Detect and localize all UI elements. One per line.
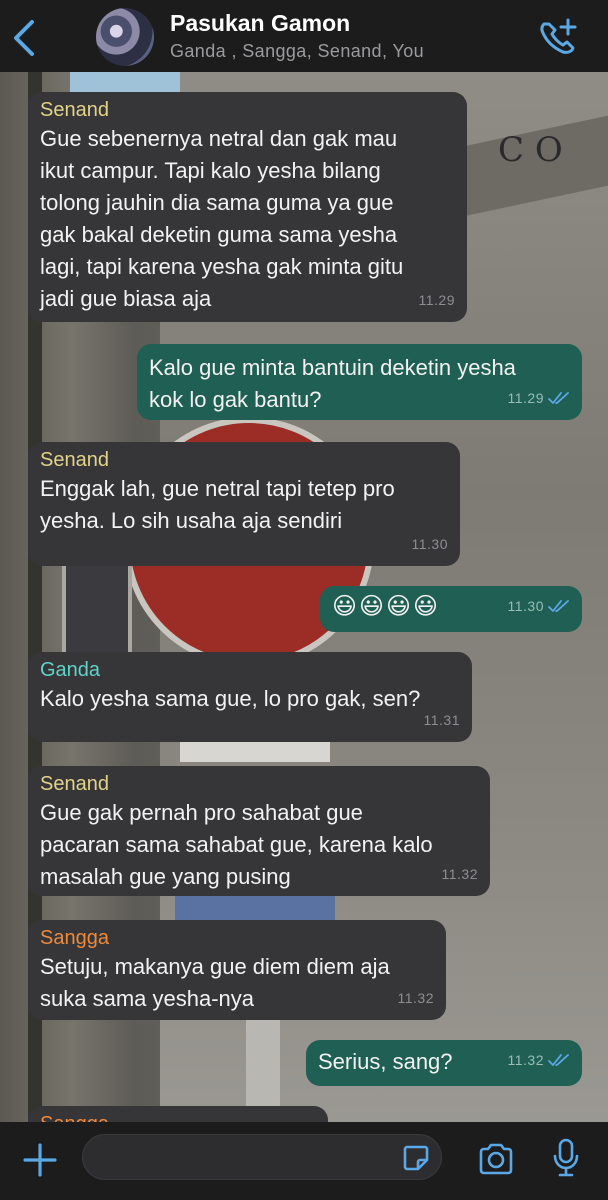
chat-header: Pasukan Gamon Ganda , Sangga, Senand, Yo… bbox=[0, 0, 608, 72]
wallpaper-sticker bbox=[175, 892, 335, 922]
message-input[interactable] bbox=[82, 1134, 442, 1180]
message-time: 11.32 bbox=[441, 866, 478, 882]
message-meta: 11.29 bbox=[419, 284, 456, 316]
chevron-left-icon bbox=[14, 20, 34, 56]
attach-button[interactable] bbox=[22, 1142, 58, 1178]
message-bubble[interactable]: Senand Gue gak pernah pro sahabat gue pa… bbox=[28, 766, 490, 896]
sender-name[interactable]: Senand bbox=[40, 448, 448, 472]
add-call-icon bbox=[540, 18, 577, 54]
microphone-icon bbox=[553, 1138, 579, 1177]
message-text: Kalo yesha sama gue, lo pro gak, sen? bbox=[40, 686, 421, 711]
double-check-icon bbox=[548, 600, 569, 612]
message-time: 11.29 bbox=[418, 292, 455, 308]
message-text: Gue gak pernah pro sahabat gue pacaran s… bbox=[40, 800, 433, 889]
message-bubble[interactable]: Ganda Kalo yesha sama gue, lo pro gak, s… bbox=[28, 652, 472, 742]
message-meta: 11.31 bbox=[424, 704, 461, 736]
wallpaper-letter: C O bbox=[498, 130, 563, 170]
message-meta: 11.32 bbox=[398, 982, 435, 1014]
add-call-button[interactable] bbox=[536, 16, 580, 56]
plus-icon bbox=[23, 1143, 57, 1177]
sender-name[interactable]: Sangga bbox=[40, 926, 434, 950]
sticker-button[interactable] bbox=[402, 1144, 430, 1172]
sender-name[interactable]: Ganda bbox=[40, 658, 460, 682]
message-time: 11.30 bbox=[411, 536, 448, 552]
message-time: 11.32 bbox=[397, 990, 434, 1006]
camera-button[interactable] bbox=[477, 1142, 515, 1176]
message-meta: 11.30 bbox=[508, 590, 571, 622]
sender-name[interactable]: Senand bbox=[40, 98, 455, 122]
camera-icon bbox=[479, 1143, 513, 1175]
wallpaper-taxi-sign bbox=[180, 742, 330, 762]
double-check-icon bbox=[548, 392, 569, 404]
message-meta: 11.32 bbox=[442, 858, 479, 890]
message-time: 11.31 bbox=[423, 712, 460, 728]
message-bubble[interactable]: Senand Gue sebenernya netral dan gak mau… bbox=[28, 92, 467, 322]
microphone-button[interactable] bbox=[552, 1138, 580, 1178]
sticker-icon bbox=[403, 1145, 429, 1171]
message-text: Gue sebenernya netral dan gak mau ikut c… bbox=[40, 126, 404, 311]
group-avatar[interactable] bbox=[96, 8, 154, 66]
chat-title[interactable]: Pasukan Gamon bbox=[170, 10, 350, 37]
message-meta: 11.29 bbox=[508, 382, 571, 414]
message-time: 11.29 bbox=[507, 390, 544, 406]
message-bubble[interactable]: Senand Enggak lah, gue netral tapi tetep… bbox=[28, 442, 460, 566]
chat-area[interactable]: C O Senand Gue sebenernya netral dan gak… bbox=[0, 72, 608, 1122]
message-time: 11.30 bbox=[507, 598, 544, 614]
message-meta: 11.30 bbox=[412, 528, 449, 560]
message-bubble[interactable]: Sangga Setuju, makanya gue diem diem aja… bbox=[28, 920, 446, 1020]
sender-name[interactable]: Sangga bbox=[40, 1112, 316, 1122]
message-bubble[interactable]: 😃😃😃😃 11.30 bbox=[320, 586, 582, 632]
message-text: Enggak lah, gue netral tapi tetep pro ye… bbox=[40, 476, 395, 533]
message-text: Setuju, makanya gue diem diem aja suka s… bbox=[40, 954, 390, 1011]
message-bubble[interactable]: Serius, sang? 11.32 bbox=[306, 1040, 582, 1086]
message-meta: 11.32 bbox=[508, 1044, 571, 1076]
message-time: 11.32 bbox=[507, 1052, 544, 1068]
chat-members[interactable]: Ganda , Sangga, Senand, You bbox=[170, 41, 424, 62]
back-button[interactable] bbox=[10, 18, 40, 58]
message-bubble[interactable]: Kalo gue minta bantuin deketin yesha kok… bbox=[137, 344, 582, 420]
sender-name[interactable]: Senand bbox=[40, 772, 478, 796]
composer-bar bbox=[0, 1122, 608, 1200]
double-check-icon bbox=[548, 1054, 569, 1066]
message-bubble[interactable]: Sangga bbox=[28, 1106, 328, 1122]
